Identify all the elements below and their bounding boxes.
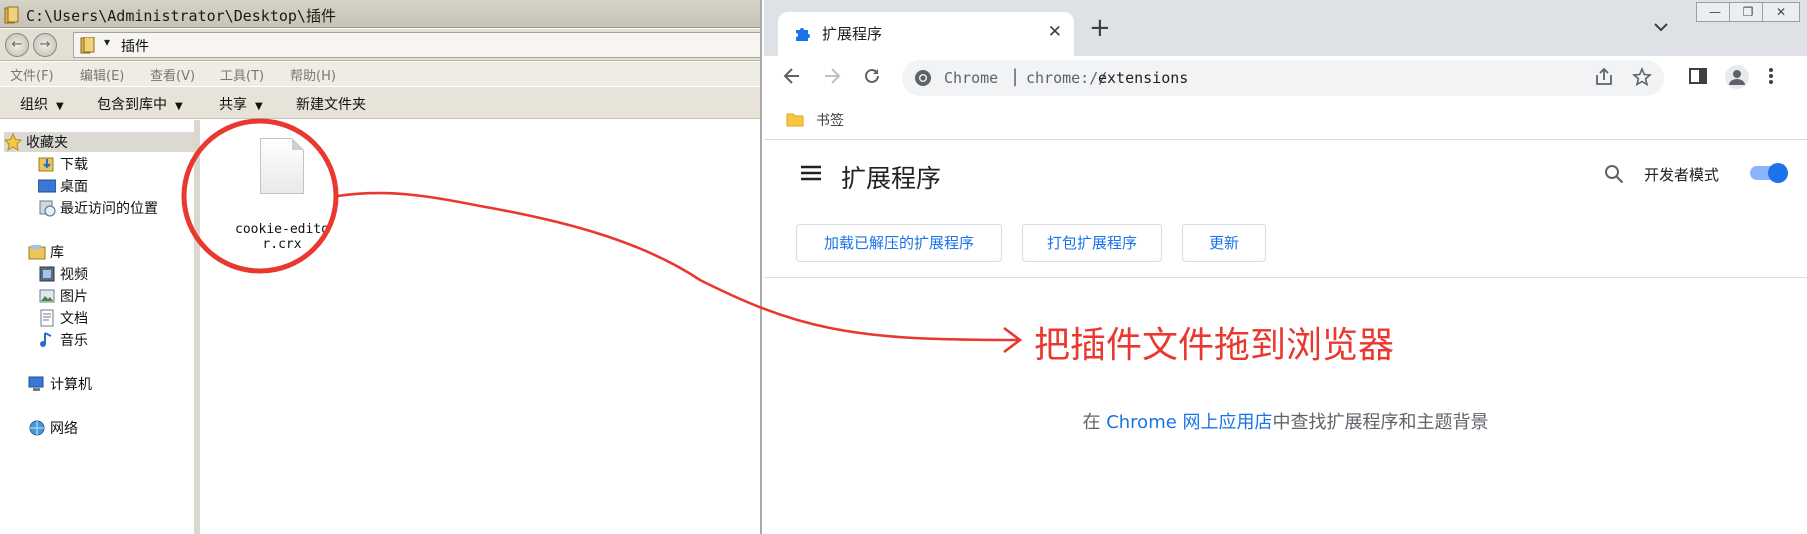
explorer-address-bar: ← → ▾ 插件 [0,29,760,61]
pack-extension-button[interactable]: 打包扩展程序 [1022,224,1162,262]
chrome-browser-window: 扩展程序 ✕ + — ❐ ✕ Chrome | chrome:// extens… [764,0,1807,534]
menu-file[interactable]: 文件(F) [10,65,54,84]
tab-extensions[interactable]: 扩展程序 ✕ [778,12,1074,56]
bookmark-folder-label[interactable]: 书签 [816,110,844,130]
back-arrow-icon[interactable] [782,66,802,91]
nav-label: 最近访问的位置 [60,201,158,217]
more-menu-icon[interactable] [1768,66,1774,91]
address-dropdown-arrow-icon[interactable]: ▾ [104,35,110,49]
network-globe-icon [28,419,46,437]
desktop-icon [37,177,57,195]
address-field[interactable]: ▾ 插件 [73,32,760,59]
menu-edit[interactable]: 编辑(E) [80,65,124,84]
toggle-knob [1768,163,1788,183]
reload-icon[interactable] [862,66,882,91]
picture-library-icon [38,287,56,305]
file-explorer-window: C:\Users\Administrator\Desktop\插件 ← → ▾ … [0,0,762,534]
nav-item-favorites[interactable]: 收藏夹 [3,132,194,152]
profile-avatar-icon[interactable] [1724,64,1750,95]
nav-label: 视频 [60,267,88,283]
nav-label: 桌面 [60,179,88,195]
side-panel-icon[interactable] [1688,66,1708,91]
nav-label: 图片 [60,289,88,305]
folder-icon [80,36,96,59]
extensions-header: 扩展程序 开发者模式 [764,140,1807,220]
file-item[interactable]: cookie-editor.crx [234,138,329,258]
video-library-icon [38,265,56,283]
new-folder-button[interactable]: 新建文件夹 [296,94,366,114]
include-in-library-button[interactable]: 包含到库中 ▼ [97,94,183,114]
developer-mode-toggle[interactable] [1750,163,1788,183]
libraries-icon [28,243,46,261]
explorer-menu-bar: 文件(F) 编辑(E) 查看(V) 工具(T) 帮助(H) [0,62,760,86]
share-button[interactable]: 共享 ▼ [219,94,263,114]
search-icon[interactable] [1604,164,1624,188]
page-title: 扩展程序 [841,164,942,193]
folder-icon [4,6,20,28]
share-label: 共享 [219,97,247,113]
downloads-folder-icon [38,155,56,173]
web-store-link[interactable]: Chrome 网上应用店 [1106,412,1272,433]
menu-view[interactable]: 查看(V) [150,65,195,84]
music-library-icon [38,331,56,349]
site-label: Chrome [944,69,999,87]
nav-label: 收藏夹 [26,135,68,151]
url-scheme: chrome:// [1026,69,1108,87]
address-bar[interactable]: Chrome | chrome:// extensions [902,60,1664,96]
puzzle-piece-icon [794,24,812,46]
nav-label: 库 [50,245,64,261]
computer-icon [28,375,46,393]
explorer-title-bar: C:\Users\Administrator\Desktop\插件 [0,0,760,28]
web-store-hint: 在 Chrome 网上应用店中查找扩展程序和主题背景 [764,408,1807,434]
update-button[interactable]: 更新 [1182,224,1266,262]
tab-close-button[interactable]: ✕ [1048,22,1062,42]
forward-button[interactable]: → [33,33,57,57]
tab-strip: 扩展程序 ✕ + — ❐ ✕ [764,0,1807,56]
folder-icon [786,110,804,132]
annotation-text: 把插件文件拖到浏览器 [1034,325,1395,366]
bookmarks-bar: 书签 [764,100,1807,140]
menu-help[interactable]: 帮助(H) [290,65,336,84]
chevron-down-icon: ▼ [175,101,183,112]
document-library-icon [38,309,56,327]
share-icon[interactable] [1594,67,1614,92]
file-name: cookie-editor.crx [235,222,329,252]
load-unpacked-button[interactable]: 加载已解压的扩展程序 [796,224,1002,262]
window-close-button[interactable]: ✕ [1762,2,1800,22]
chevron-down-icon: ▼ [255,101,263,112]
folder-content-area: cookie-editor.crx [200,120,760,534]
store-hint-suffix: 中查找扩展程序和主题背景 [1272,412,1489,433]
url-host: extensions [1098,69,1189,87]
hamburger-menu-icon[interactable] [800,164,822,186]
url-separator: | [1012,66,1019,87]
organize-button[interactable]: 组织 ▼ [20,94,64,114]
include-in-library-label: 包含到库中 [97,97,167,113]
chevron-down-icon: ▼ [56,101,64,112]
chrome-logo-icon [914,69,932,91]
header-divider [764,277,1807,278]
explorer-command-bar: 组织 ▼ 包含到库中 ▼ 共享 ▼ 新建文件夹 [0,87,760,119]
new-tab-button[interactable]: + [1089,14,1111,42]
tab-search-chevron-icon[interactable] [1654,20,1668,36]
recent-places-icon [38,199,56,217]
bookmark-star-icon[interactable] [1632,66,1652,92]
nav-label: 下载 [60,157,88,173]
nav-label: 文档 [60,311,88,327]
navigation-pane: 收藏夹 下载 桌面 最近访问的位置 库 视频 图片 文档 音乐 计算机 网络 [0,120,200,534]
nav-label: 网络 [50,421,78,437]
explorer-title-path: C:\Users\Administrator\Desktop\插件 [26,7,336,25]
address-folder-name: 插件 [121,39,149,55]
star-icon [3,132,23,151]
menu-tools[interactable]: 工具(T) [220,65,264,84]
generic-file-icon [260,138,304,194]
nav-label: 音乐 [60,333,88,349]
store-hint-prefix: 在 [1082,412,1107,433]
back-button[interactable]: ← [5,33,29,57]
nav-label: 计算机 [50,377,92,393]
tab-title: 扩展程序 [822,25,883,43]
organize-label: 组织 [20,97,48,113]
browser-toolbar: Chrome | chrome:// extensions [764,56,1807,100]
forward-arrow-icon[interactable] [822,66,842,91]
developer-mode-label: 开发者模式 [1644,166,1720,184]
